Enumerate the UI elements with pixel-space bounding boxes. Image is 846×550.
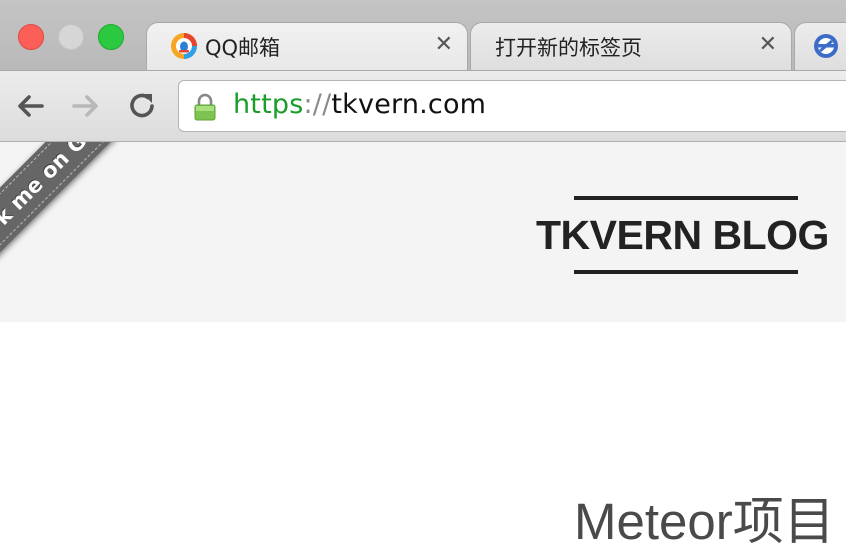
ie-icon bbox=[814, 34, 838, 58]
page-content: TKVERN BLOG Fork me on GitHub Meteor项目 bbox=[0, 142, 846, 550]
tab-strip: QQ邮箱 ✕ 打开新的标签页 ✕ bbox=[0, 0, 846, 70]
reload-icon[interactable] bbox=[124, 88, 160, 124]
post-title[interactable]: Meteor项目 bbox=[574, 480, 835, 550]
tab-third[interactable] bbox=[794, 22, 846, 70]
close-tab-icon[interactable]: ✕ bbox=[435, 32, 453, 57]
tab-new-tab[interactable]: 打开新的标签页 ✕ bbox=[470, 22, 792, 70]
site-brand[interactable]: TKVERN BLOG bbox=[536, 212, 829, 259]
back-arrow-icon[interactable] bbox=[12, 88, 48, 124]
browser-toolbar: https://tkvern.com bbox=[0, 70, 846, 142]
url-scheme: https bbox=[233, 89, 304, 120]
tab-title: 打开新的标签页 bbox=[495, 36, 642, 60]
url-host: tkvern.com bbox=[331, 89, 487, 120]
brand-rule-bottom bbox=[574, 270, 798, 274]
zoom-window-button[interactable] bbox=[98, 24, 124, 50]
minimize-window-button[interactable] bbox=[58, 24, 84, 50]
lock-icon bbox=[194, 93, 216, 121]
brand-rule-top bbox=[574, 196, 798, 200]
url-text: https://tkvern.com bbox=[233, 89, 486, 120]
url-separator: :// bbox=[303, 89, 332, 120]
tab-qq-mail[interactable]: QQ邮箱 ✕ bbox=[146, 22, 468, 70]
close-window-button[interactable] bbox=[18, 24, 44, 50]
close-tab-icon[interactable]: ✕ bbox=[759, 32, 777, 57]
forward-arrow-icon[interactable] bbox=[68, 88, 104, 124]
site-header: TKVERN BLOG bbox=[0, 142, 846, 322]
tab-title: QQ邮箱 bbox=[205, 36, 281, 60]
qq-mail-icon bbox=[171, 33, 197, 59]
address-bar[interactable]: https://tkvern.com bbox=[178, 80, 846, 132]
